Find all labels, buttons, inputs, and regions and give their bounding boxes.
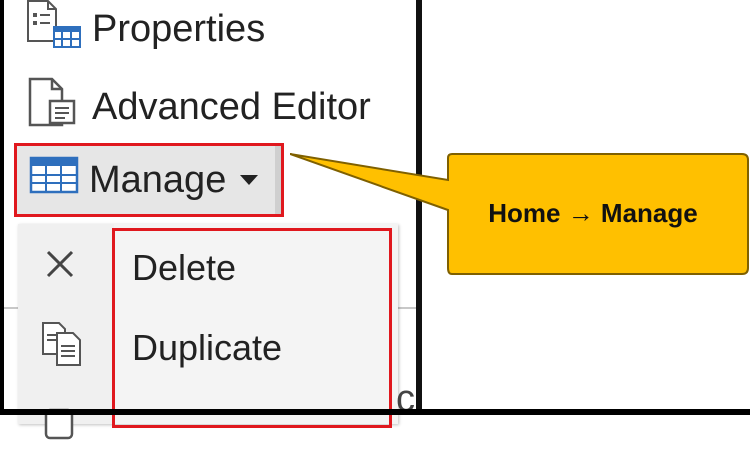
advanced-editor-icon bbox=[24, 75, 86, 139]
manage-dropdown-button[interactable]: Manage bbox=[14, 143, 284, 217]
properties-button[interactable]: Properties bbox=[24, 0, 266, 54]
properties-icon bbox=[24, 0, 86, 59]
duplicate-icon bbox=[40, 320, 84, 377]
properties-label: Properties bbox=[92, 8, 266, 50]
button-separator bbox=[275, 146, 281, 214]
advanced-editor-label: Advanced Editor bbox=[92, 86, 371, 128]
manage-label: Manage bbox=[89, 159, 227, 201]
image-border-left bbox=[0, 0, 4, 415]
chevron-down-icon bbox=[240, 175, 259, 185]
callout-text: Home → Manage bbox=[488, 198, 698, 228]
x-icon bbox=[40, 244, 80, 293]
table-icon bbox=[29, 155, 79, 205]
image-border-bottom bbox=[0, 409, 750, 415]
advanced-editor-button[interactable]: Advanced Editor bbox=[24, 77, 371, 134]
